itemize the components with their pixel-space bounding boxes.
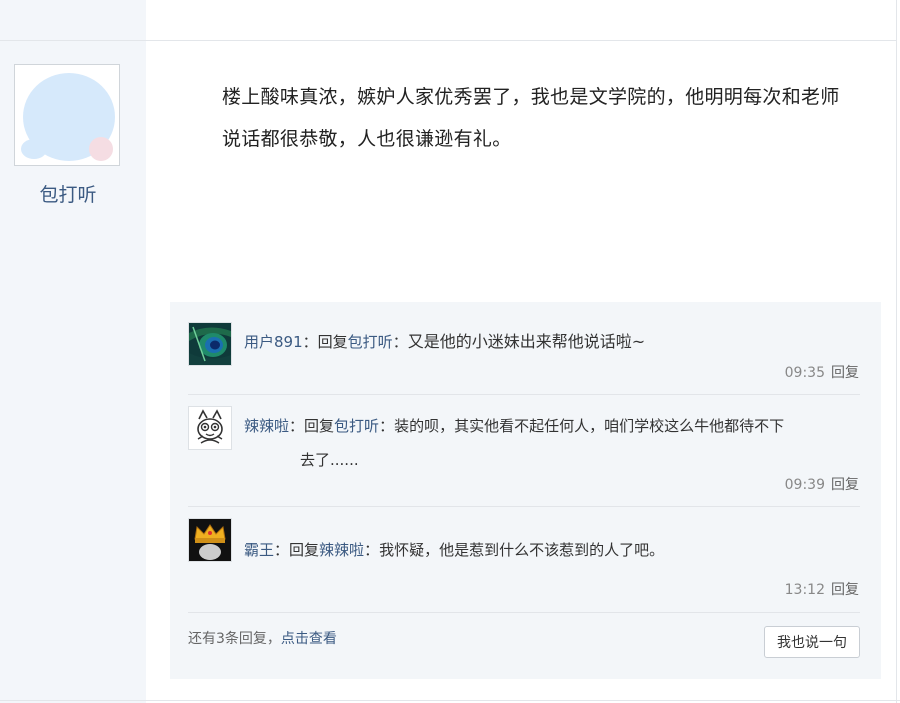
say-something-button[interactable]: 我也说一句 — [764, 626, 860, 658]
reply-divider — [188, 506, 860, 507]
avatar-blob-icon — [21, 73, 115, 161]
reply-separator: ： — [289, 417, 305, 435]
reply-panel: 用户891：回复包打听：又是他的小迷妹出来帮他说话啦~ 09:35 回复 辣辣啦：… — [170, 302, 881, 679]
reply-username[interactable]: 用户891 — [244, 333, 303, 351]
reply-button[interactable]: 回复 — [831, 582, 859, 598]
reply-time: 09:35 — [784, 365, 825, 381]
reply-separator: ： — [364, 541, 380, 559]
reply-content: 装的呗，其实他看不起任何人，咱们学校这么牛他都待不下 — [394, 417, 785, 435]
left-column-top — [0, 0, 146, 40]
reply-meta: 09:39 回复 — [785, 474, 859, 494]
crown-icon — [189, 519, 231, 561]
cartoon-cat-icon — [189, 407, 231, 449]
peacock-feather-icon — [189, 323, 231, 365]
reply-meta: 09:35 回复 — [785, 362, 859, 382]
reply-text: 霸王：回复辣辣啦：我怀疑，他是惹到什么不该惹到的人了吧。 — [244, 534, 844, 566]
bottom-divider — [0, 700, 900, 701]
reply-word: 回复 — [289, 541, 320, 559]
reply-content: 我怀疑，他是惹到什么不该惹到的人了吧。 — [379, 541, 665, 559]
reply-target-user[interactable]: 包打听 — [348, 333, 393, 351]
reply-content: 又是他的小迷妹出来帮他说话啦~ — [407, 332, 646, 351]
reply-button[interactable]: 回复 — [831, 477, 859, 493]
reply-username[interactable]: 霸王 — [244, 541, 274, 559]
reply-separator: ： — [379, 417, 395, 435]
reply-target-user[interactable]: 辣辣啦 — [319, 541, 364, 559]
reply-separator: ： — [392, 333, 408, 351]
more-replies: 还有3条回复，点击查看 — [188, 628, 337, 648]
reply-avatar[interactable] — [188, 518, 232, 562]
reply-meta: 13:12 回复 — [785, 579, 859, 599]
reply-username[interactable]: 辣辣啦 — [244, 417, 289, 435]
reply-target-user[interactable]: 包打听 — [334, 417, 379, 435]
more-replies-text: 还有3条回复， — [188, 631, 281, 647]
author-avatar[interactable] — [14, 64, 120, 166]
reply-word: 回复 — [317, 333, 348, 351]
reply-avatar[interactable] — [188, 406, 232, 450]
reply-text-continued: 去了...... — [300, 444, 900, 476]
reply-divider — [188, 394, 860, 395]
reply-time: 13:12 — [784, 582, 825, 598]
author-name[interactable]: 包打听 — [0, 180, 136, 207]
reply-separator: ： — [302, 333, 318, 351]
reply-text: 用户891：回复包打听：又是他的小迷妹出来帮他说话啦~ — [244, 326, 844, 358]
reply-time: 09:39 — [784, 477, 825, 493]
reply-avatar[interactable] — [188, 322, 232, 366]
post-content: 楼上酸味真浓，嫉妒人家优秀罢了，我也是文学院的，他明明每次和老师说话都很恭敬，人… — [222, 86, 840, 150]
reply-separator: ： — [274, 541, 290, 559]
view-more-link[interactable]: 点击查看 — [281, 631, 337, 647]
reply-content-continued: 去了...... — [300, 451, 359, 469]
reply-text: 辣辣啦：回复包打听：装的呗，其实他看不起任何人，咱们学校这么牛他都待不下 — [244, 410, 844, 442]
reply-word: 回复 — [304, 417, 335, 435]
reply-divider — [188, 612, 860, 613]
reply-button[interactable]: 回复 — [831, 365, 859, 381]
right-border — [896, 0, 897, 703]
